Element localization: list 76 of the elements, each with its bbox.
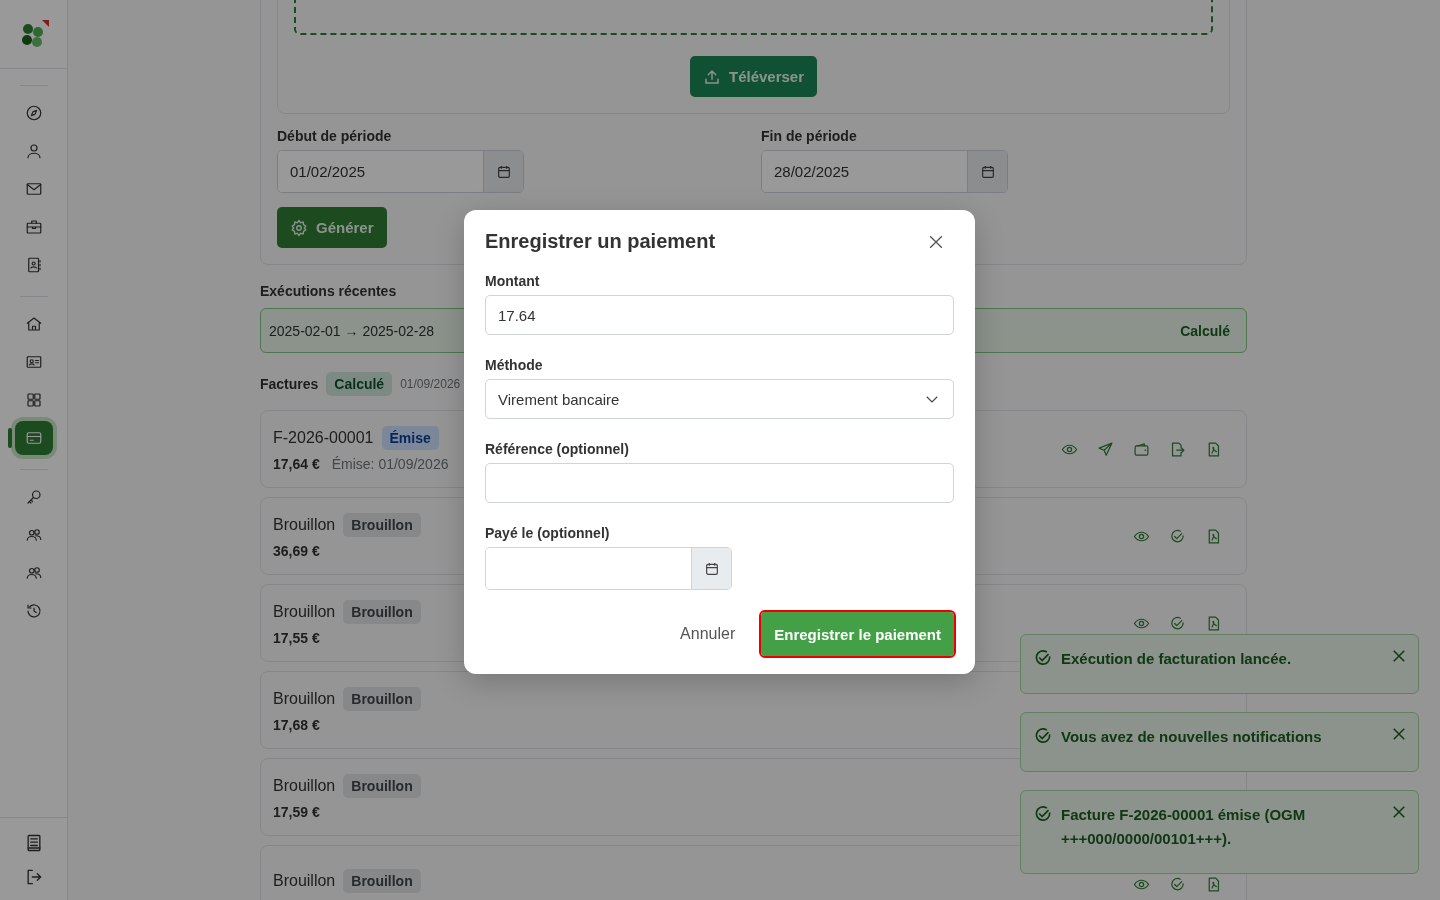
field-label: Fin de période [761,128,858,144]
close-button[interactable] [1390,647,1408,665]
envelope-icon [24,180,43,198]
date-field[interactable]: 28/02/2025 [761,150,1008,193]
briefcase-icon [24,218,43,236]
close-icon [1390,725,1408,743]
issue-date: Émise: 01/09/2026 [331,456,449,472]
toast-message: Facture F-2026-00001 émise (OGM +++000/0000/00101+++). [1061,805,1307,849]
invoice-amount: 17,68 € [273,717,320,733]
calendar-button[interactable] [967,151,1007,192]
date-field[interactable]: 01/02/2025 [277,150,524,193]
date-field[interactable] [485,547,732,590]
field-label: Référence (optionnel) [485,441,630,457]
field-label: Montant [485,273,541,289]
calendar-button[interactable] [483,151,523,192]
status-badge: Brouillon [343,513,421,537]
card-icon [24,429,43,447]
section-title: Factures [260,376,319,392]
close-icon [1390,803,1408,821]
invoice-number: Brouillon [273,603,336,621]
upload-icon [702,67,721,86]
check-circle-icon [1033,726,1053,746]
invoice-number: Brouillon [273,690,336,708]
invoice-amount: 17,55 € [273,630,320,646]
status-badge: Brouillon [343,600,421,624]
invoice-amount: 17,59 € [273,804,320,820]
home-icon [24,315,43,333]
invoice-amount: 36,69 € [273,543,320,559]
send-icon [1096,440,1114,458]
run-status: Calculé [1180,322,1230,339]
user-icon [24,142,43,160]
field-label: Payé le (optionnel) [485,525,611,541]
field-label: Début de période [277,128,393,144]
close-button[interactable] [1390,725,1408,743]
generate-button[interactable]: Générer [277,207,387,248]
status-badge: Brouillon [343,774,421,798]
status-badge: Brouillon [343,869,421,893]
cancel-button[interactable]: Annuler [674,624,742,644]
toast-message: Vous avez de nouvelles notifications [1061,727,1323,747]
invoice-number: Brouillon [273,872,336,890]
dialog-title: Enregistrer un paiement [485,230,716,253]
invoice-number: F-2026-00001 [273,429,374,447]
history-icon [24,602,43,620]
status-badge: Calculé [326,372,393,396]
status-badge: Émise [381,426,439,450]
wallet-icon [1132,440,1150,458]
close-icon [1390,647,1408,665]
invoice-amount: 17,64 € [273,456,320,472]
section-title: Exécutions récentes [260,283,398,299]
check-circle-icon [1168,614,1186,632]
invoice-number: Brouillon [273,777,336,795]
check-circle-icon [1168,875,1186,893]
calendar-icon [979,163,996,180]
check-circle-icon [1033,648,1053,668]
calendar-icon [495,163,512,180]
timestamp: 01/09/2026 [400,377,461,391]
check-circle-icon [1168,527,1186,545]
compass-icon [24,104,43,122]
gear-icon [290,218,308,237]
users-icon [24,526,43,544]
grid-icon [24,391,43,409]
submit-button[interactable]: Enregistrer le paiement [761,612,954,656]
close-button[interactable] [1390,803,1408,821]
invoice-number: Brouillon [273,516,336,534]
run-range: 2025-02-01 → 2025-02-28 [269,322,434,339]
input-field[interactable]: 17.64 [485,295,954,335]
select-field[interactable]: Virement bancaire [485,379,954,419]
users-icon [24,564,43,582]
status-badge: Brouillon [343,687,421,711]
input-field[interactable] [485,463,954,503]
toast-message: Exécution de facturation lancée. [1061,649,1293,669]
id-card-icon [24,353,43,371]
calendar-button[interactable] [691,548,731,589]
check-circle-icon [1033,804,1053,824]
calendar-icon [703,560,720,577]
field-label: Méthode [485,357,544,373]
